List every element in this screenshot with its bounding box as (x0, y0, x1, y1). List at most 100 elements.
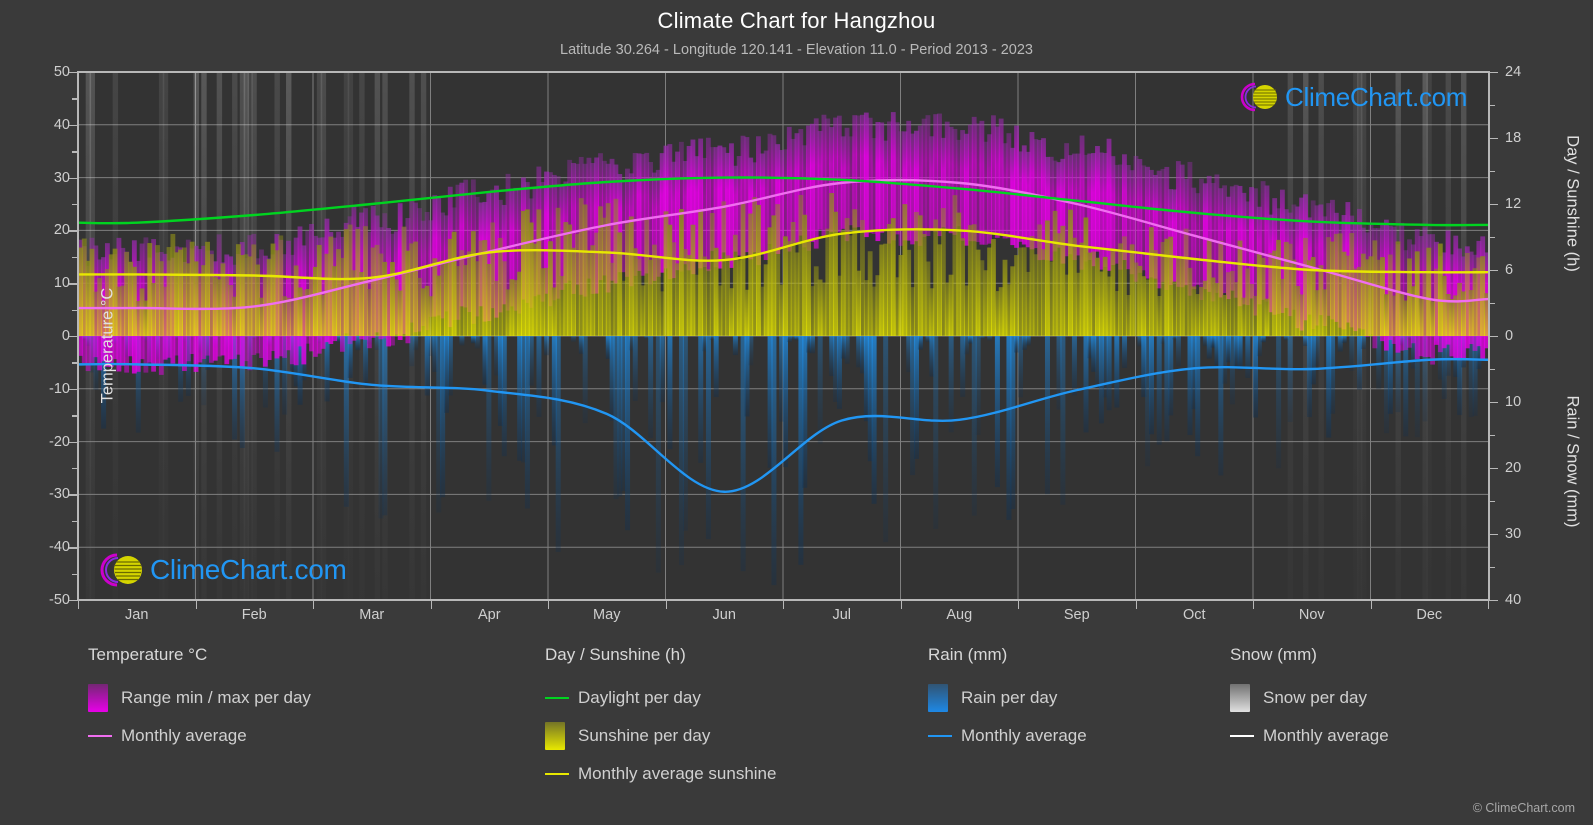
axis-left-tick-mark (69, 124, 77, 127)
axis-left-tick-mark-minor (72, 256, 77, 259)
legend-item-label: Sunshine per day (578, 726, 711, 745)
axis-x-tick-mark (195, 600, 197, 609)
legend-item-label: Monthly average (121, 726, 247, 745)
axis-right-top-tick-mark-minor (1490, 237, 1495, 239)
axis-right-bottom-tick-mark (1490, 600, 1498, 602)
axis-x-tick-label: Mar (359, 607, 385, 623)
climechart-logo-icon (1240, 82, 1277, 112)
legend-line-sample (88, 735, 112, 737)
climechart-logo-icon (100, 553, 142, 587)
axis-left-tick-mark (69, 230, 77, 232)
axis-right-bottom-tick-mark-minor (1490, 501, 1495, 503)
axis-right-bottom-tick-mark (1490, 402, 1498, 404)
axis-x-tick-mark (1018, 600, 1020, 609)
axis-right-bottom-tick-label: 40 (1505, 592, 1522, 608)
axis-x-tick-label: Apr (477, 607, 501, 623)
legend-item[interactable]: Range min / max per day (88, 679, 311, 717)
axis-x-tick-mark (900, 600, 902, 609)
axis-x-tick-label: Feb (241, 607, 267, 623)
watermark-logo-bottom: ClimeChart.com (92, 550, 347, 590)
axis-left-tick-label: -40 (49, 539, 70, 556)
axis-right-top-tick-label: 24 (1505, 64, 1522, 80)
legend-item[interactable]: Monthly average (928, 717, 1087, 755)
axis-right-bottom-tick-mark-minor (1490, 369, 1495, 371)
axis-right-bottom-tick-label: 20 (1505, 460, 1522, 476)
axis-right-top-tick-label: 0 (1505, 328, 1514, 344)
legend-title: Temperature °C (88, 645, 208, 664)
axis-right-bottom-tick-mark-minor (1490, 567, 1495, 569)
axis-left-tick-label: -20 (49, 433, 70, 450)
axis-left-tick-mark (69, 441, 77, 443)
axis-right-top-title: Day / Sunshine (h) (1563, 135, 1582, 272)
axis-right-top-tick-mark-minor (1490, 303, 1495, 305)
axis-x-tick-label: Sep (1063, 607, 1090, 623)
legend-line-sample (545, 697, 569, 699)
axis-left-tick-mark-minor (72, 309, 77, 311)
axis-x-tick-mark (313, 600, 315, 609)
axis-right-top-tick-mark (1490, 204, 1498, 206)
legend-item[interactable]: Rain per day (928, 679, 1087, 717)
axis-left-tick-label: 40 (53, 116, 70, 133)
axis-left-tick-mark-minor (72, 204, 77, 206)
axis-right-top-tick-label: 12 (1505, 196, 1522, 212)
axis-x-tick-mark (1253, 600, 1255, 609)
axis-right-top-tick-mark-minor (1490, 105, 1495, 107)
axis-left-tick-mark (69, 600, 77, 602)
climate-chart: Climate Chart for Hangzhou Latitude 30.2… (0, 0, 1593, 825)
axis-right-bottom-tick-label: 10 (1505, 394, 1522, 410)
legend-swatch (1230, 684, 1250, 712)
axis-right-bottom-tick-mark (1490, 468, 1498, 470)
plot-frame-top (78, 71, 1489, 73)
axis-right-top-tick-mark (1490, 270, 1498, 272)
legend-title: Day / Sunshine (h) (545, 645, 686, 664)
legend-item[interactable]: Monthly average sunshine (545, 755, 776, 793)
watermark-text-bottom: ClimeChart.com (150, 554, 347, 585)
axis-left-tick-mark (69, 177, 77, 179)
axis-x-tick-mark (1135, 600, 1137, 609)
axis-x-tick-mark (783, 600, 785, 609)
axis-x-tick-label: Jun (712, 607, 736, 623)
axis-left-title: Temperature °C (98, 287, 117, 404)
plot-frame-left (77, 71, 79, 601)
axis-left-tick-mark (69, 494, 77, 496)
legend-item-label: Range min / max per day (121, 688, 311, 707)
axis-right-bottom-tick-label: 30 (1505, 526, 1522, 542)
axis-left-tick-mark-minor (72, 362, 77, 364)
legend-swatch (88, 684, 108, 712)
plot-area (78, 72, 1488, 600)
axis-right-top-tick-label: 18 (1505, 130, 1522, 146)
legend-item[interactable]: Sunshine per day (545, 717, 776, 755)
legend-line-sample (928, 735, 952, 737)
legend-item[interactable]: Monthly average (88, 717, 311, 755)
axis-left-tick-label: 10 (53, 275, 70, 292)
legend-column-temperature: Temperature °C Range min / max per day Mon… (88, 645, 311, 755)
axis-left-tick-mark (69, 283, 77, 285)
axis-x-tick-mark (548, 600, 550, 609)
legend-item-label: Monthly average (1263, 726, 1389, 745)
legend-item[interactable]: Snow per day (1230, 679, 1389, 717)
axis-x-tick-label: Aug (946, 607, 973, 623)
axis-x-tick-label: Jan (125, 607, 149, 623)
legend-item-label: Snow per day (1263, 688, 1367, 707)
axis-left-tick-label: -30 (49, 486, 70, 503)
axis-left-tick-label: -10 (49, 380, 70, 397)
axis-left-tick-label: 20 (53, 222, 70, 239)
axis-left-tick-mark (69, 72, 77, 74)
chart-legend: Temperature °C Range min / max per day Mon… (0, 645, 1593, 825)
axis-left-tick-mark-minor (72, 98, 77, 100)
legend-item[interactable]: Daylight per day (545, 679, 776, 717)
legend-swatch (545, 722, 565, 750)
axis-x-tick-mark (78, 600, 80, 609)
axis-x-tick-mark (1488, 600, 1490, 609)
legend-item-label: Daylight per day (578, 688, 701, 707)
legend-title: Rain (mm) (928, 645, 1008, 664)
legend-column-snow: Snow (mm) Snow per day Monthly average (1230, 645, 1389, 755)
axis-x-tick-label: Oct (1182, 607, 1206, 623)
watermark-text-top: ClimeChart.com (1285, 81, 1468, 112)
legend-line-sample (1230, 735, 1254, 737)
axis-x-tick-mark (665, 600, 667, 609)
legend-item-label: Rain per day (961, 688, 1058, 707)
legend-item[interactable]: Monthly average (1230, 717, 1389, 755)
axis-left-tick-mark-minor (72, 415, 77, 417)
axis-left-tick-mark (69, 336, 77, 338)
